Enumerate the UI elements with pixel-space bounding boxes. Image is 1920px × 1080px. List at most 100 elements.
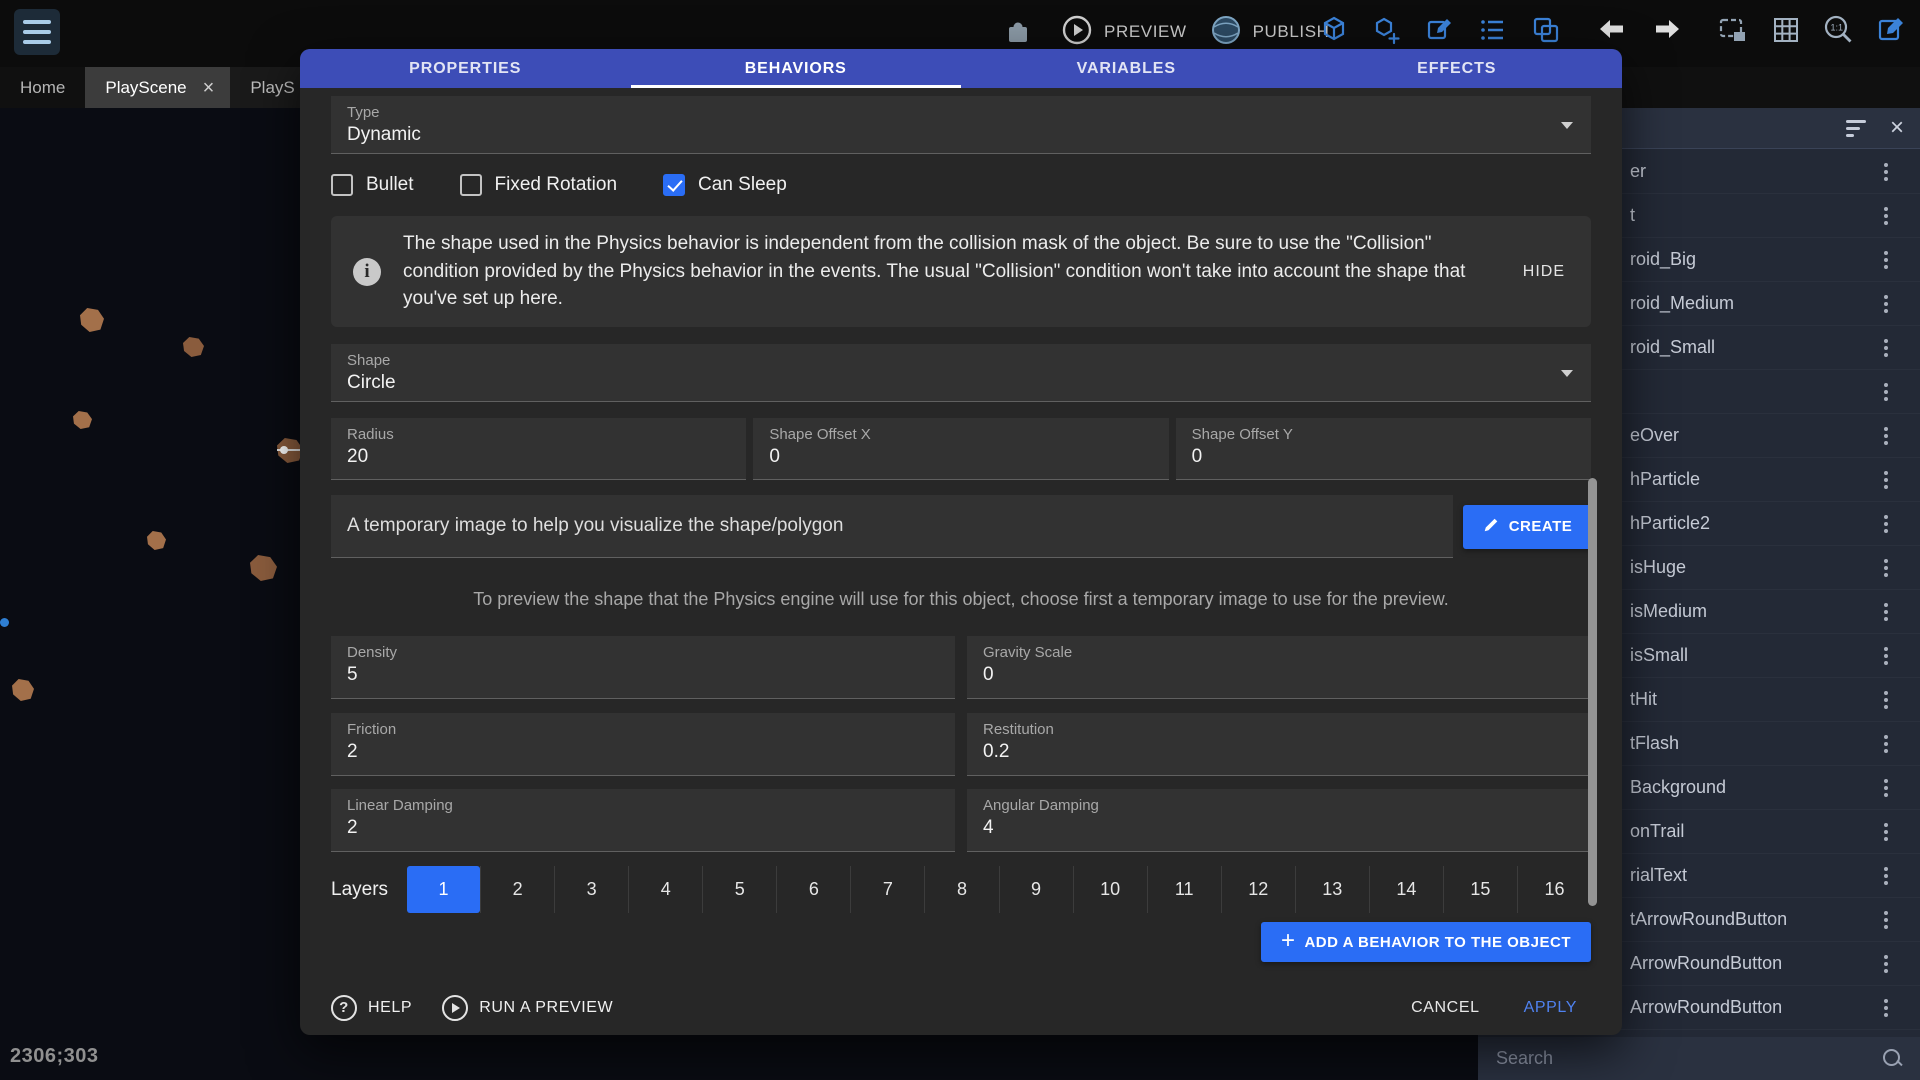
kebab-menu-icon[interactable] (1876, 779, 1896, 797)
kebab-menu-icon[interactable] (1876, 867, 1896, 885)
type-select[interactable]: Type Dynamic (331, 96, 1591, 154)
kebab-menu-icon[interactable] (1876, 647, 1896, 665)
kebab-menu-icon[interactable] (1876, 295, 1896, 313)
layer-button-4[interactable]: 4 (628, 866, 702, 913)
asteroid-sprite[interactable] (183, 337, 204, 357)
layer-button-8[interactable]: 8 (924, 866, 998, 913)
selection-handle[interactable] (280, 446, 288, 454)
zoom-1-1-icon[interactable]: 1:1 (1819, 10, 1859, 50)
layer-button-10[interactable]: 10 (1073, 866, 1147, 913)
cancel-button[interactable]: CANCEL (1411, 999, 1480, 1017)
checkbox-checked-icon (663, 174, 685, 196)
close-panel-icon[interactable]: × (1890, 116, 1904, 140)
kebab-menu-icon[interactable] (1876, 427, 1896, 445)
redo-icon[interactable] (1646, 10, 1686, 50)
undo-icon[interactable] (1593, 10, 1633, 50)
layer-button-15[interactable]: 15 (1443, 866, 1517, 913)
tab-variables[interactable]: VARIABLES (961, 49, 1292, 88)
restitution-value: 0.2 (983, 741, 1575, 763)
kebab-menu-icon[interactable] (1876, 383, 1896, 401)
kebab-menu-icon[interactable] (1876, 207, 1896, 225)
asteroid-sprite[interactable] (73, 411, 92, 429)
search-input[interactable] (1496, 1048, 1882, 1069)
help-button[interactable]: ? HELP (331, 995, 412, 1021)
shape-select[interactable]: Shape Circle (331, 344, 1591, 402)
tab-properties[interactable]: PROPERTIES (300, 49, 631, 88)
tab-home-label: Home (20, 78, 65, 98)
bullet-checkbox[interactable]: Bullet (331, 174, 414, 196)
tab-home[interactable]: Home (0, 67, 85, 108)
hide-button[interactable]: HIDE (1523, 263, 1565, 281)
checkbox-icon (331, 174, 353, 196)
tab-effects[interactable]: EFFECTS (1292, 49, 1623, 88)
filter-icon[interactable] (1846, 120, 1866, 137)
kebab-menu-icon[interactable] (1876, 251, 1896, 269)
apply-button[interactable]: APPLY (1524, 999, 1577, 1017)
selection-point[interactable] (0, 618, 9, 627)
angular-damping-value: 4 (983, 817, 1575, 839)
density-field[interactable]: Density 5 (331, 636, 955, 699)
linear-damping-field[interactable]: Linear Damping 2 (331, 789, 955, 852)
can-sleep-checkbox[interactable]: Can Sleep (663, 174, 787, 196)
layer-button-1[interactable]: 1 (407, 866, 480, 913)
run-preview-button[interactable]: RUN A PREVIEW (442, 995, 613, 1021)
publish-button[interactable]: PUBLISH (1209, 13, 1330, 52)
layer-button-3[interactable]: 3 (554, 866, 628, 913)
shape-offset-x-field[interactable]: Shape Offset X 0 (753, 418, 1168, 480)
kebab-menu-icon[interactable] (1876, 911, 1896, 929)
preview-button[interactable]: PREVIEW (1060, 13, 1187, 52)
friction-field[interactable]: Friction 2 (331, 713, 955, 776)
asteroid-sprite[interactable] (80, 308, 104, 332)
kebab-menu-icon[interactable] (1876, 999, 1896, 1017)
close-tab-icon[interactable]: × (203, 78, 215, 98)
tab-playscene[interactable]: PlayScene × (85, 67, 230, 108)
fixed-rotation-checkbox[interactable]: Fixed Rotation (460, 174, 618, 196)
kebab-menu-icon[interactable] (1876, 603, 1896, 621)
asteroid-sprite[interactable] (250, 555, 277, 581)
layer-button-5[interactable]: 5 (702, 866, 776, 913)
kebab-menu-icon[interactable] (1876, 691, 1896, 709)
extension-piece-icon[interactable] (998, 12, 1038, 52)
shape-offset-y-field[interactable]: Shape Offset Y 0 (1176, 418, 1591, 480)
angular-damping-field[interactable]: Angular Damping 4 (967, 789, 1591, 852)
add-object-icon[interactable] (1367, 10, 1407, 50)
search-icon[interactable] (1882, 1048, 1904, 1070)
tab-behaviors[interactable]: BEHAVIORS (631, 49, 962, 88)
gravity-scale-field[interactable]: Gravity Scale 0 (967, 636, 1591, 699)
objects-list-icon[interactable] (1473, 10, 1513, 50)
grid-icon[interactable] (1766, 10, 1806, 50)
create-button[interactable]: CREATE (1463, 505, 1591, 549)
layer-button-7[interactable]: 7 (850, 866, 924, 913)
layer-button-2[interactable]: 2 (480, 866, 554, 913)
main-menu-icon[interactable] (14, 9, 60, 55)
restitution-field[interactable]: Restitution 0.2 (967, 713, 1591, 776)
add-behavior-button[interactable]: + ADD A BEHAVIOR TO THE OBJECT (1261, 922, 1591, 962)
layer-button-6[interactable]: 6 (776, 866, 850, 913)
kebab-menu-icon[interactable] (1876, 955, 1896, 973)
kebab-menu-icon[interactable] (1876, 339, 1896, 357)
layer-button-14[interactable]: 14 (1369, 866, 1443, 913)
shape-value: Circle (347, 372, 1575, 394)
kebab-menu-icon[interactable] (1876, 823, 1896, 841)
layers-icon[interactable] (1526, 10, 1566, 50)
layer-button-9[interactable]: 9 (999, 866, 1073, 913)
edit-object-icon[interactable] (1420, 10, 1460, 50)
edit-scene-icon[interactable] (1872, 10, 1912, 50)
layer-button-16[interactable]: 16 (1517, 866, 1591, 913)
kebab-menu-icon[interactable] (1876, 515, 1896, 533)
radius-field[interactable]: Radius 20 (331, 418, 746, 480)
kebab-menu-icon[interactable] (1876, 163, 1896, 181)
kebab-menu-icon[interactable] (1876, 471, 1896, 489)
layer-button-11[interactable]: 11 (1147, 866, 1221, 913)
dialog-scrollbar[interactable] (1588, 478, 1597, 906)
dialog-tabbar: PROPERTIES BEHAVIORS VARIABLES EFFECTS (300, 49, 1622, 88)
temp-image-field[interactable]: A temporary image to help you visualize … (331, 495, 1453, 558)
asteroid-sprite[interactable] (12, 679, 34, 701)
capture-region-icon[interactable] (1713, 10, 1753, 50)
object-cube-icon[interactable] (1314, 10, 1354, 50)
layer-button-12[interactable]: 12 (1221, 866, 1295, 913)
layer-button-13[interactable]: 13 (1295, 866, 1369, 913)
kebab-menu-icon[interactable] (1876, 735, 1896, 753)
asteroid-sprite[interactable] (147, 531, 166, 550)
kebab-menu-icon[interactable] (1876, 559, 1896, 577)
